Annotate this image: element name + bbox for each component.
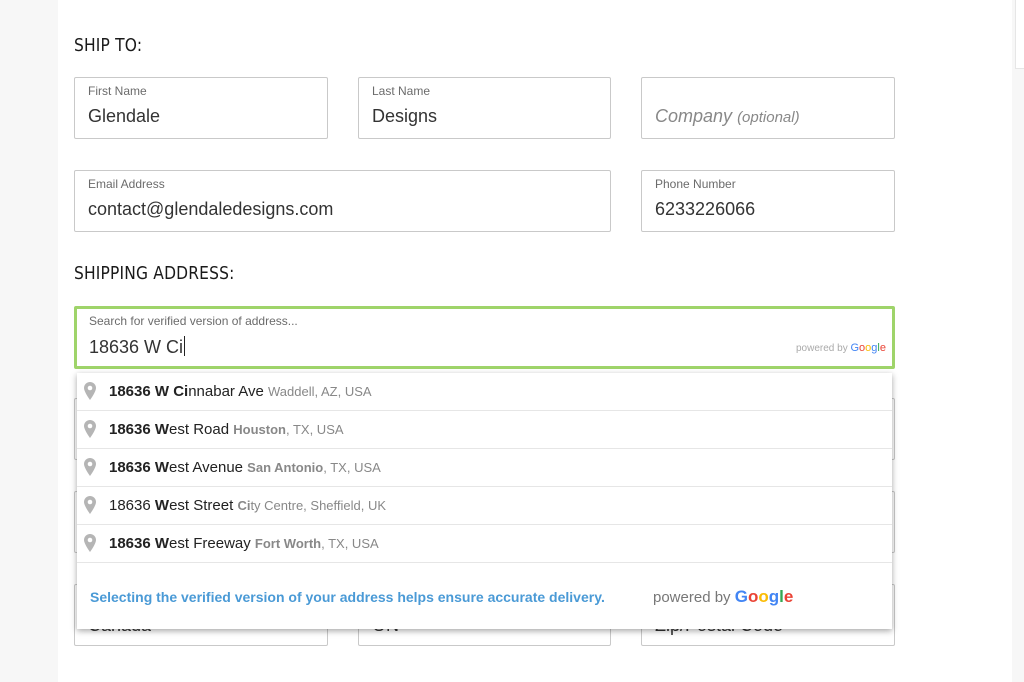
company-placeholder: Company (optional) bbox=[655, 106, 800, 127]
suggestion-item[interactable]: 18636 West Street City Centre, Sheffield… bbox=[77, 487, 892, 525]
last-name-field[interactable]: Last Name Designs bbox=[358, 77, 611, 139]
last-name-label: Last Name bbox=[372, 84, 431, 98]
suggestion-secondary-match: San Antonio bbox=[247, 460, 324, 475]
company-placeholder-text: Company bbox=[655, 106, 733, 126]
suggestion-secondary-match: Ci bbox=[237, 498, 251, 513]
suggestion-item[interactable]: 18636 West Road Houston, TX, USA bbox=[77, 411, 892, 449]
suggestion-secondary-rest: ty Centre, Sheffield, UK bbox=[250, 498, 387, 513]
suggestion-secondary-match: Fort Worth bbox=[254, 536, 322, 551]
address-search-label: Search for verified version of address..… bbox=[89, 314, 298, 328]
phone-field[interactable]: Phone Number 6233226066 bbox=[641, 170, 895, 232]
first-name-label: First Name bbox=[88, 84, 147, 98]
suggestion-text: 18636 West Street City Centre, Sheffield… bbox=[109, 497, 386, 514]
ship-to-title: SHIP TO: bbox=[74, 35, 143, 56]
address-search-input[interactable]: Search for verified version of address..… bbox=[74, 306, 895, 369]
address-search-text: 18636 W Ci bbox=[89, 337, 184, 357]
address-suggestions-dropdown: 18636 W Cinnabar Ave Waddell, AZ, USA 18… bbox=[77, 373, 892, 629]
phone-value: 6233226066 bbox=[655, 199, 756, 219]
map-pin-icon bbox=[84, 496, 96, 514]
powered-by-text: powered by bbox=[653, 589, 731, 606]
suggestion-match: 18636 W bbox=[109, 459, 170, 476]
suggestion-rest: est Freeway bbox=[169, 535, 251, 552]
suggestion-text: 18636 West Road Houston, TX, USA bbox=[109, 421, 344, 438]
email-field[interactable]: Email Address contact@glendaledesigns.co… bbox=[74, 170, 611, 232]
side-panel-edge bbox=[1015, 0, 1024, 69]
last-name-value: Designs bbox=[372, 106, 438, 126]
suggestion-prefix: 18636 bbox=[109, 497, 155, 514]
suggestion-match: W bbox=[154, 497, 170, 514]
verified-address-note: Selecting the verified version of your a… bbox=[90, 589, 605, 605]
suggestion-secondary-rest: , TX, USA bbox=[323, 460, 381, 475]
suggestion-rest: est Avenue bbox=[169, 459, 243, 476]
suggestion-secondary: Fort Worth, TX, USA bbox=[255, 536, 379, 551]
suggestion-secondary-rest: , TX, USA bbox=[321, 536, 379, 551]
text-caret bbox=[184, 336, 186, 356]
first-name-value: Glendale bbox=[88, 106, 161, 126]
shipping-address-title: SHIPPING ADDRESS: bbox=[74, 263, 235, 284]
suggestion-text: 18636 West Avenue San Antonio, TX, USA bbox=[109, 459, 381, 476]
suggestion-secondary: Waddell, AZ, USA bbox=[268, 384, 372, 399]
suggestion-item[interactable]: 18636 West Freeway Fort Worth, TX, USA bbox=[77, 525, 892, 563]
suggestion-match: 18636 W bbox=[109, 421, 170, 438]
powered-by-google: powered by Google bbox=[653, 587, 793, 607]
google-logo-small: Google bbox=[850, 342, 886, 354]
suggestion-rest: est Road bbox=[169, 421, 230, 438]
suggestion-text: 18636 W Cinnabar Ave Waddell, AZ, USA bbox=[109, 383, 372, 400]
suggestion-secondary: Houston, TX, USA bbox=[233, 422, 343, 437]
company-optional-note: (optional) bbox=[737, 109, 800, 126]
powered-by-text: powered by bbox=[796, 343, 848, 354]
suggestion-secondary-match: Houston bbox=[233, 422, 286, 437]
google-logo: Google bbox=[734, 587, 794, 606]
email-value: contact@glendaledesigns.com bbox=[88, 199, 334, 219]
suggestion-match: 18636 W Ci bbox=[109, 383, 189, 400]
phone-label: Phone Number bbox=[655, 177, 736, 191]
powered-by-google-small: powered by Google bbox=[796, 342, 886, 354]
suggestion-secondary: City Centre, Sheffield, UK bbox=[237, 498, 386, 513]
company-field[interactable]: Company (optional) bbox=[641, 77, 895, 139]
suggestion-rest: est Street bbox=[169, 497, 234, 514]
suggestion-secondary-rest: , TX, USA bbox=[285, 422, 344, 437]
suggestion-item[interactable]: 18636 West Avenue San Antonio, TX, USA bbox=[77, 449, 892, 487]
suggestion-match: 18636 W bbox=[109, 535, 170, 552]
suggestion-rest: nnabar Ave bbox=[188, 383, 264, 400]
address-search-value: 18636 W Ci bbox=[89, 336, 186, 358]
map-pin-icon bbox=[84, 534, 96, 552]
email-label: Email Address bbox=[88, 177, 165, 191]
first-name-field[interactable]: First Name Glendale bbox=[74, 77, 328, 139]
suggestion-secondary-rest: Waddell, AZ, USA bbox=[268, 384, 372, 399]
map-pin-icon bbox=[84, 420, 96, 438]
map-pin-icon bbox=[84, 458, 96, 476]
suggestion-item[interactable]: 18636 W Cinnabar Ave Waddell, AZ, USA bbox=[77, 373, 892, 411]
suggestion-secondary: San Antonio, TX, USA bbox=[247, 460, 381, 475]
map-pin-icon bbox=[84, 382, 96, 400]
suggestion-text: 18636 West Freeway Fort Worth, TX, USA bbox=[109, 535, 379, 552]
